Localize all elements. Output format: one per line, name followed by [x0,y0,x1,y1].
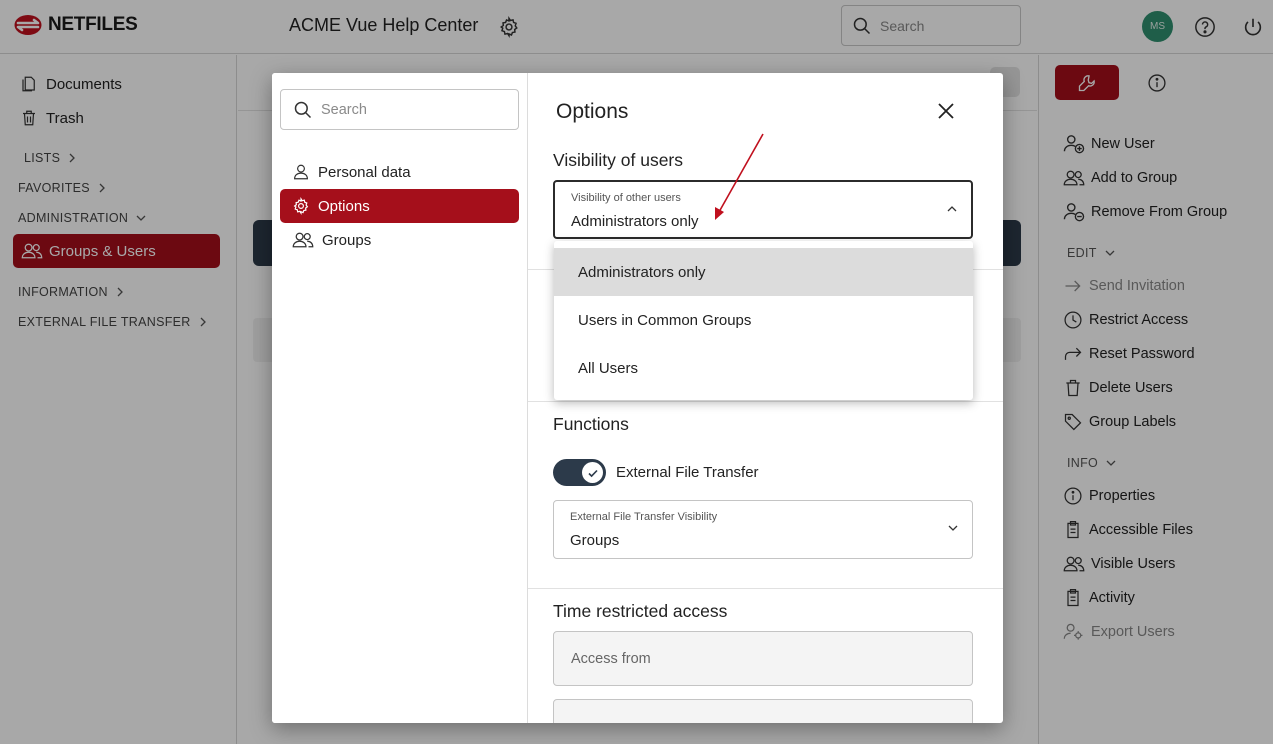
annotation-arrow [715,133,764,220]
